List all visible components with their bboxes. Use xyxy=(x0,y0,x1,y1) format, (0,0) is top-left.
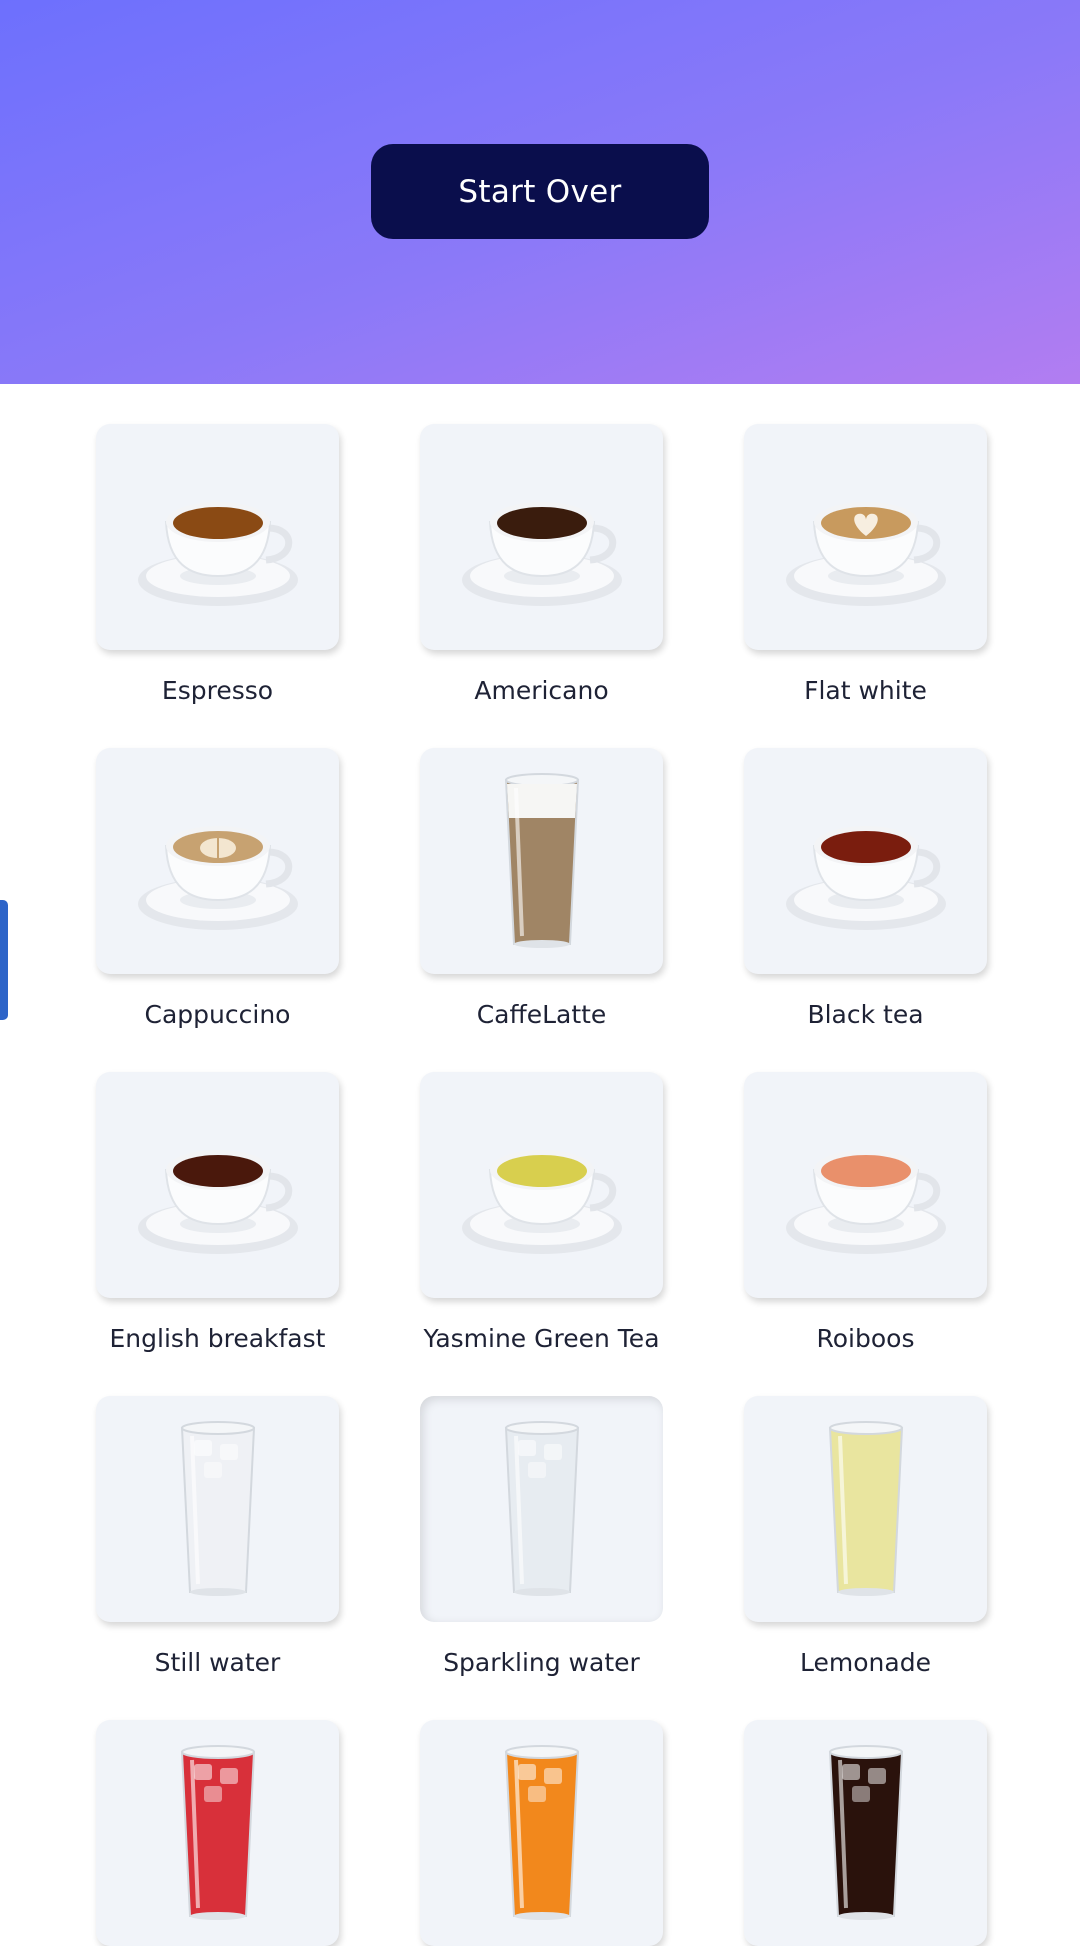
green-tea-cup-icon xyxy=(442,1100,642,1270)
drink-card[interactable] xyxy=(96,424,339,650)
drink-tile[interactable]: Sparkling water xyxy=(420,1396,663,1677)
drink-label: Black tea xyxy=(807,1000,924,1029)
drink-tile[interactable]: Lemonade xyxy=(744,1396,987,1677)
sparkling-water-glass-icon xyxy=(442,1414,642,1604)
drink-tile[interactable]: Flat white xyxy=(744,424,987,705)
drink-label: Flat white xyxy=(804,676,927,705)
drink-label: Roiboos xyxy=(816,1324,915,1353)
drink-tile[interactable]: Roiboos xyxy=(744,1072,987,1353)
drink-label: Lemonade xyxy=(800,1648,931,1677)
drink-tile[interactable] xyxy=(744,1720,987,1946)
flat-white-cup-icon xyxy=(766,452,966,622)
red-iced-drink-glass-icon xyxy=(118,1738,318,1928)
drink-label: CaffeLatte xyxy=(476,1000,607,1029)
drink-label: Still water xyxy=(154,1648,281,1677)
drink-label: Cappuccino xyxy=(144,1000,291,1029)
still-water-glass-icon xyxy=(118,1414,318,1604)
drink-card[interactable] xyxy=(96,1072,339,1298)
drink-label: Yasmine Green Tea xyxy=(423,1324,660,1353)
drink-card[interactable] xyxy=(420,424,663,650)
drink-tile[interactable]: Espresso xyxy=(96,424,339,705)
rooibos-cup-icon xyxy=(766,1100,966,1270)
drink-tile[interactable]: Black tea xyxy=(744,748,987,1029)
drink-tile[interactable] xyxy=(420,1720,663,1946)
espresso-cup-icon xyxy=(118,452,318,622)
drink-tile[interactable]: Cappuccino xyxy=(96,748,339,1029)
english-breakfast-cup-icon xyxy=(118,1100,318,1270)
americano-cup-icon xyxy=(442,452,642,622)
drink-card[interactable] xyxy=(420,1072,663,1298)
drink-card[interactable] xyxy=(96,1396,339,1622)
drink-label: Americano xyxy=(474,676,609,705)
drink-label: English breakfast xyxy=(109,1324,326,1353)
drink-tile[interactable]: Yasmine Green Tea xyxy=(420,1072,663,1353)
drink-tile[interactable]: CaffeLatte xyxy=(420,748,663,1029)
drinks-grid: Espresso Americano Flat white Cappuccino… xyxy=(0,0,1080,1946)
lemonade-glass-icon xyxy=(766,1414,966,1604)
caffe-latte-glass-icon xyxy=(442,766,642,956)
black-tea-cup-icon xyxy=(766,776,966,946)
drink-card[interactable] xyxy=(744,1720,987,1946)
drink-card[interactable] xyxy=(420,748,663,974)
orange-iced-drink-glass-icon xyxy=(442,1738,642,1928)
drink-tile[interactable] xyxy=(96,1720,339,1946)
drink-label: Espresso xyxy=(161,676,274,705)
cappuccino-cup-icon xyxy=(118,776,318,946)
drink-tile[interactable]: English breakfast xyxy=(96,1072,339,1353)
drink-card[interactable] xyxy=(744,1396,987,1622)
drink-card[interactable] xyxy=(96,748,339,974)
drink-card[interactable] xyxy=(744,1072,987,1298)
drink-tile[interactable]: Still water xyxy=(96,1396,339,1677)
drink-card[interactable] xyxy=(744,748,987,974)
drink-card[interactable] xyxy=(744,424,987,650)
drink-label: Sparkling water xyxy=(443,1648,640,1677)
drink-card[interactable] xyxy=(96,1720,339,1946)
drink-card[interactable] xyxy=(420,1396,663,1622)
drink-tile[interactable]: Americano xyxy=(420,424,663,705)
cola-glass-icon xyxy=(766,1738,966,1928)
drink-card[interactable] xyxy=(420,1720,663,1946)
